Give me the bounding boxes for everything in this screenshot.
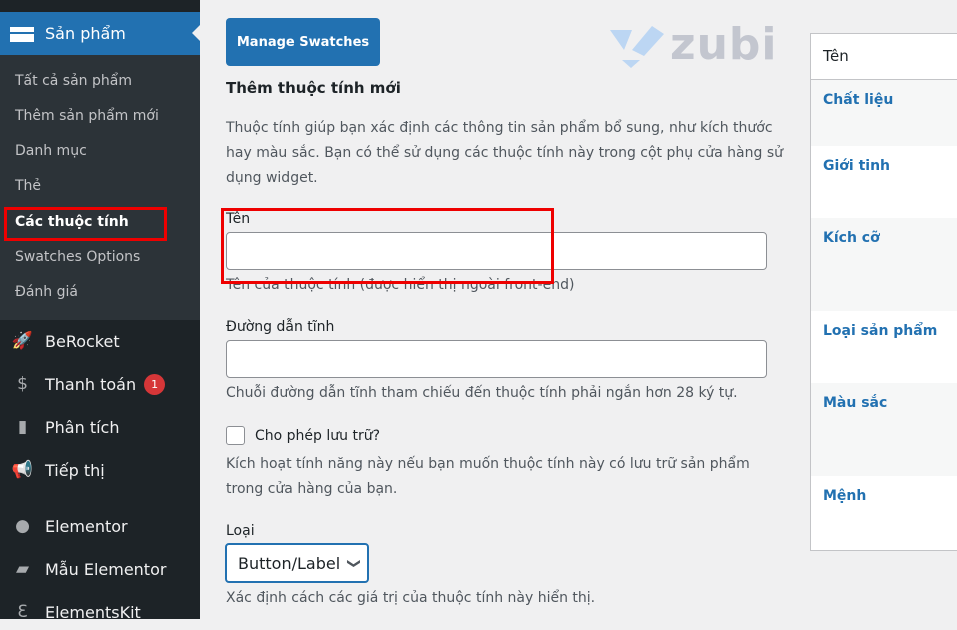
menu-tiep-thi[interactable]: 📢 Tiếp thị xyxy=(0,452,200,488)
submenu-swatches-options[interactable]: Swatches Options xyxy=(15,249,140,265)
table-row[interactable]: Kích cỡ xyxy=(811,218,957,311)
zubi-logo-mark-icon xyxy=(610,26,664,68)
highlight-box xyxy=(221,208,554,284)
submenu-reviews[interactable]: Đánh giá xyxy=(15,284,78,300)
zubi-logo: zubi xyxy=(610,20,778,70)
attributes-table: Tên Chất liệu Giới tinh Kích cỡ Loại sản… xyxy=(810,33,957,551)
table-row[interactable]: Giới tinh xyxy=(811,146,957,218)
archive-checkbox[interactable] xyxy=(226,426,245,445)
submenu-tags[interactable]: Thẻ xyxy=(15,178,41,194)
menu-label: Tiếp thị xyxy=(45,460,105,480)
menu-mau-elementor[interactable]: ▰ Mẫu Elementor xyxy=(0,551,200,587)
archive-help: Kích hoạt tính năng này nếu bạn muốn thu… xyxy=(226,456,750,497)
submenu: Tất cả sản phẩm Thêm sản phẩm mới Danh m… xyxy=(0,55,200,320)
slug-help: Chuỗi đường dẫn tĩnh tham chiếu đến thuộ… xyxy=(226,385,738,401)
menu-phan-tich[interactable]: ▮ Phân tích xyxy=(0,409,200,445)
rocket-icon: 🚀 xyxy=(11,331,34,351)
slug-label: Đường dẫn tĩnh xyxy=(226,319,335,335)
chevron-down-icon: ❯ xyxy=(346,557,362,569)
submenu-add-product[interactable]: Thêm sản phẩm mới xyxy=(15,108,159,124)
megaphone-icon: 📢 xyxy=(11,460,34,480)
menu-label: Elementor xyxy=(45,516,128,536)
column-header-name[interactable]: Tên xyxy=(811,34,957,80)
menu-elementskit[interactable]: Ɛ ElementsKit xyxy=(0,594,200,630)
elementor-icon: ● xyxy=(15,516,30,536)
menu-label: Phân tích xyxy=(45,417,120,437)
admin-sidebar: Sản phẩm Tất cả sản phẩm Thêm sản phẩm m… xyxy=(0,0,200,622)
dollar-icon: $ xyxy=(17,374,28,394)
manage-swatches-button[interactable]: Manage Swatches xyxy=(226,18,380,66)
submenu-categories[interactable]: Danh mục xyxy=(15,143,87,159)
highlight-box xyxy=(4,207,167,241)
type-label: Loại xyxy=(226,523,255,539)
type-help: Xác định cách các giá trị của thuộc tính… xyxy=(226,590,596,606)
bar-chart-icon: ▮ xyxy=(17,417,28,437)
menu-label: Thanh toán xyxy=(45,374,137,394)
submenu-all-products[interactable]: Tất cả sản phẩm xyxy=(15,73,132,89)
table-row[interactable]: Chất liệu xyxy=(811,80,957,146)
menu-san-pham[interactable]: Sản phẩm xyxy=(0,12,200,55)
menu-elementor[interactable]: ● Elementor xyxy=(0,508,200,544)
table-row[interactable]: Màu sắc xyxy=(811,383,957,476)
elementskit-icon: Ɛ xyxy=(17,602,28,622)
menu-label: Sản phẩm xyxy=(45,24,126,43)
folder-icon: ▰ xyxy=(15,559,30,579)
form-title: Thêm thuộc tính mới xyxy=(226,79,401,97)
type-select-value: Button/Label xyxy=(238,553,341,573)
slug-input[interactable] xyxy=(226,340,767,378)
type-select[interactable]: Button/Label ❯ xyxy=(225,543,369,583)
count-badge: 1 xyxy=(144,373,166,395)
menu-berocket[interactable]: 🚀 BeRocket xyxy=(0,323,200,359)
form-intro: Thuộc tính giúp bạn xác định các thông t… xyxy=(226,120,783,186)
menu-label: Mẫu Elementor xyxy=(45,559,167,579)
menu-thanh-toan[interactable]: $ Thanh toán 1 xyxy=(0,366,200,402)
menu-label: BeRocket xyxy=(45,331,120,351)
archive-icon xyxy=(10,27,34,42)
current-notch xyxy=(192,25,200,41)
table-row[interactable]: Loại sản phẩm xyxy=(811,311,957,383)
table-row[interactable]: Mệnh xyxy=(811,476,957,546)
archive-label[interactable]: Cho phép lưu trữ? xyxy=(255,428,380,444)
